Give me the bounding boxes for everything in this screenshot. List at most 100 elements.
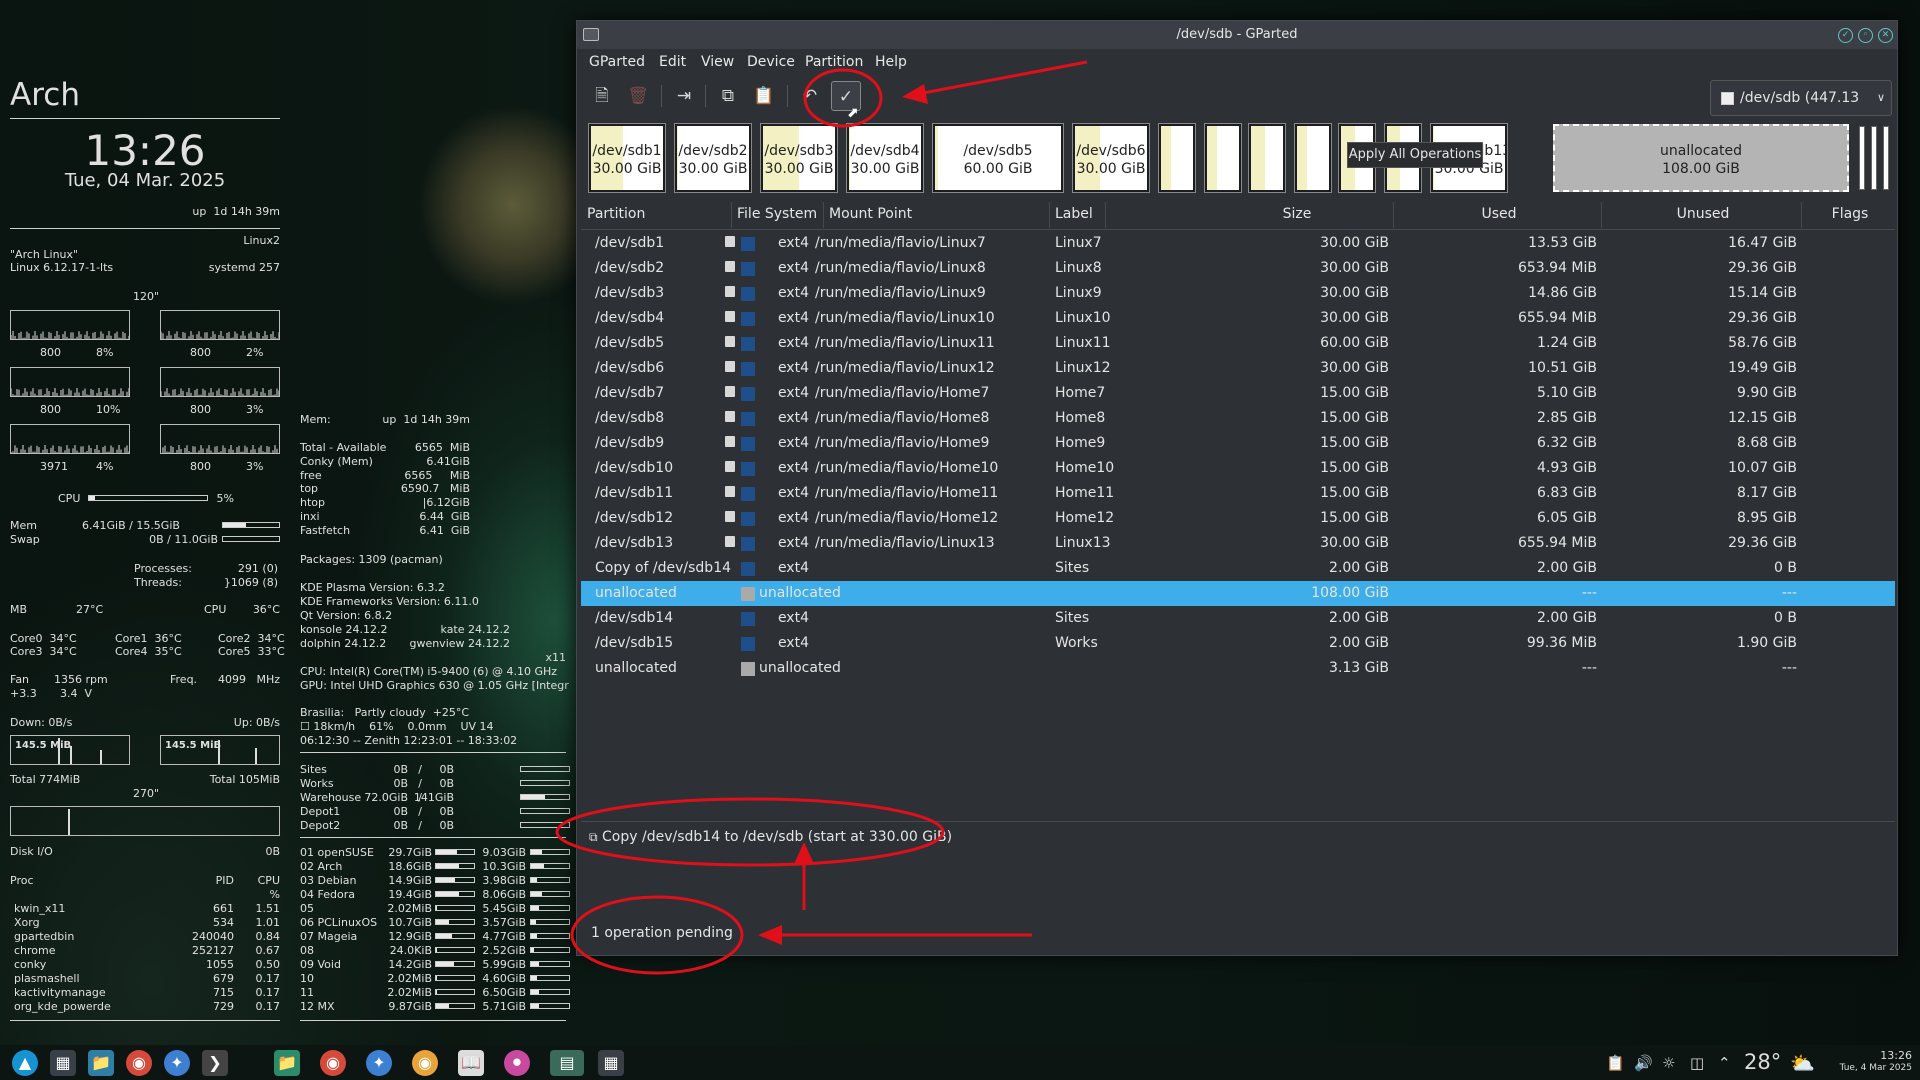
core-graph	[10, 310, 130, 340]
tray-expand-icon[interactable]: ⌃	[1718, 1054, 1731, 1072]
copy-icon[interactable]: ⧉	[713, 81, 743, 111]
partition-map-block[interactable]	[1294, 123, 1332, 193]
partition-map-block[interactable]: /dev/sdb5 60.00 GiB	[932, 123, 1064, 193]
column-header-flags[interactable]: Flags	[1805, 206, 1895, 222]
menu-help[interactable]: Help	[875, 54, 907, 70]
delete-partition-icon[interactable]: 🗑	[623, 81, 653, 111]
task-document-icon[interactable]: 📖	[458, 1050, 484, 1076]
filesystem: ext4	[777, 410, 809, 426]
undo-icon[interactable]: ↶	[795, 81, 825, 111]
partition-size: 15.00 GiB	[1320, 460, 1389, 476]
partition-map-block[interactable]: /dev/sdb1 30.00 GiB	[588, 123, 666, 193]
core-graph	[160, 367, 280, 397]
table-row[interactable]: /dev/sdb2 ext4/run/media/flavio/Linux8 Lin…	[581, 256, 1895, 281]
table-row[interactable]: /dev/sdb1 ext4/run/media/flavio/Linux7 Lin…	[581, 231, 1895, 256]
device-selector[interactable]: /dev/sdb (447.13 GiB) ∨	[1710, 80, 1892, 140]
browser-icon[interactable]: ✦	[164, 1050, 190, 1076]
menu-view[interactable]: View	[701, 54, 734, 70]
partition-map-block[interactable]: /dev/sdb3 30.00 GiB	[760, 123, 838, 193]
task-chrome-2-icon[interactable]: ◉	[412, 1050, 438, 1076]
dashboard-icon[interactable]: ▦	[50, 1050, 76, 1076]
table-row[interactable]: /dev/sdb15 ext4 Works 2.00 GiB 99.36 MiB 1.90…	[581, 631, 1895, 656]
column-header-file-system[interactable]: File System	[737, 206, 817, 222]
table-row[interactable]: /dev/sdb11 ext4/run/media/flavio/Home11 Ho…	[581, 481, 1895, 506]
title-bar[interactable]: /dev/sdb - GParted ✓ ◦ ✕	[577, 21, 1897, 49]
tray-clock[interactable]: 13:26 Tue, 4 Mar 2025	[1822, 1049, 1912, 1075]
conky-uptime: up 1d 14h 39m	[192, 205, 280, 218]
lock-icon	[725, 386, 735, 397]
status-text: 1 operation pending	[591, 925, 733, 941]
task-chrome-icon[interactable]: ◉	[320, 1050, 346, 1076]
paste-icon[interactable]: 📋	[749, 81, 779, 111]
task-browser-icon[interactable]: ✦	[366, 1050, 392, 1076]
close-icon[interactable]: ✕	[1878, 28, 1893, 43]
menu-gparted[interactable]: GParted	[589, 54, 645, 70]
table-row[interactable]: /dev/sdb4 ext4/run/media/flavio/Linux10 Li…	[581, 306, 1895, 331]
partition-label: Linux13	[1055, 535, 1111, 551]
filesystem-color-icon	[741, 337, 755, 351]
partition-unused: 8.68 GiB	[1737, 435, 1797, 451]
menu-edit[interactable]: Edit	[659, 54, 686, 70]
table-row[interactable]: unallocated unallocated 108.00 GiB --- ---	[581, 581, 1895, 606]
partition-map-block[interactable]: /dev/sdb2 30.00 GiB	[674, 123, 752, 193]
mount-point: /run/media/flavio/Home9	[815, 435, 990, 451]
partition-map-block[interactable]: /dev/sdb4 30.00 GiB	[846, 123, 924, 193]
menu-device[interactable]: Device	[747, 54, 795, 70]
table-row[interactable]: /dev/sdb13 ext4/run/media/flavio/Linux13 L…	[581, 531, 1895, 556]
partition-unused: ---	[1781, 585, 1797, 601]
partition-map-block[interactable]: unallocated 108.00 GiB	[1553, 124, 1849, 192]
new-partition-icon[interactable]: 🗎	[587, 81, 617, 111]
table-row[interactable]: /dev/sdb7 ext4/run/media/flavio/Home7 Home…	[581, 381, 1895, 406]
arch-launcher-icon[interactable]: ▲	[12, 1050, 38, 1076]
partition-map-block[interactable]: /dev/sdb6 30.00 GiB	[1072, 123, 1150, 193]
table-row[interactable]: /dev/sdb3 ext4/run/media/flavio/Linux9 Lin…	[581, 281, 1895, 306]
table-row[interactable]: Copy of /dev/sdb14 ext4 Sites 2.00 GiB 2.00 …	[581, 556, 1895, 581]
column-header-label[interactable]: Label	[1055, 206, 1093, 222]
filesystem: ext4	[777, 385, 809, 401]
table-row[interactable]: /dev/sdb6 ext4/run/media/flavio/Linux12 Li…	[581, 356, 1895, 381]
display-icon[interactable]: ◫	[1690, 1054, 1704, 1072]
partition-map-block[interactable]	[1158, 123, 1196, 193]
column-header-unused[interactable]: Unused	[1605, 206, 1801, 222]
partition-map-block[interactable]	[1248, 123, 1286, 193]
lock-icon	[725, 461, 735, 472]
chrome-icon[interactable]: ◉	[126, 1050, 152, 1076]
partition-name: /dev/sdb1	[595, 235, 665, 251]
task-file-manager-icon[interactable]: 📁	[274, 1050, 300, 1076]
weather-temperature[interactable]: 28°	[1744, 1050, 1781, 1074]
table-row[interactable]: /dev/sdb12 ext4/run/media/flavio/Home12 Ho…	[581, 506, 1895, 531]
pending-operation-item[interactable]: ⧉ Copy /dev/sdb14 to /dev/sdb (start at …	[589, 829, 952, 845]
volume-icon[interactable]: 🔊	[1634, 1054, 1653, 1072]
column-header-partition[interactable]: Partition	[587, 206, 645, 222]
partition-map-block[interactable]	[1204, 123, 1242, 193]
task-gparted-icon[interactable]: ▤	[550, 1050, 584, 1076]
brightness-icon[interactable]: ☼	[1662, 1054, 1675, 1072]
minimize-icon[interactable]: ✓	[1838, 28, 1853, 43]
table-row[interactable]: /dev/sdb14 ext4 Sites 2.00 GiB 2.00 GiB 0 B	[581, 606, 1895, 631]
clipboard-icon[interactable]: 📋	[1606, 1054, 1625, 1072]
menu-partition[interactable]: Partition	[805, 54, 863, 70]
partition-size: 15.00 GiB	[1320, 510, 1389, 526]
task-calculator-icon[interactable]: ▦	[598, 1050, 624, 1076]
table-row[interactable]: unallocated unallocated 3.13 GiB --- ---	[581, 656, 1895, 681]
resize-move-icon[interactable]: ⇥	[669, 81, 699, 111]
terminal-icon[interactable]: ❯	[202, 1050, 228, 1076]
column-header-mount-point[interactable]: Mount Point	[829, 206, 912, 222]
task-media-icon[interactable]: ⚫	[504, 1050, 530, 1076]
partition-unused: 9.90 GiB	[1737, 385, 1797, 401]
partition-unused: 29.36 GiB	[1728, 310, 1797, 326]
partition-used: 1.24 GiB	[1537, 335, 1597, 351]
column-header-size[interactable]: Size	[1201, 206, 1393, 222]
table-row[interactable]: /dev/sdb8 ext4/run/media/flavio/Home8 Home…	[581, 406, 1895, 431]
toolbar: 🗎 🗑 ⇥ ⧉ 📋 ↶ ✓ ⬈	[577, 75, 1897, 121]
table-row[interactable]: /dev/sdb10 ext4/run/media/flavio/Home10 Ho…	[581, 456, 1895, 481]
partition-used: 655.94 MiB	[1517, 535, 1597, 551]
file-manager-icon[interactable]: 📁	[88, 1050, 114, 1076]
maximize-icon[interactable]: ◦	[1858, 28, 1873, 43]
partition-used: 6.05 GiB	[1537, 510, 1597, 526]
column-header-used[interactable]: Used	[1397, 206, 1601, 222]
table-row[interactable]: /dev/sdb9 ext4/run/media/flavio/Home9 Home…	[581, 431, 1895, 456]
partition-size: 30.00 GiB	[1320, 535, 1389, 551]
table-row[interactable]: /dev/sdb5 ext4/run/media/flavio/Linux11 Li…	[581, 331, 1895, 356]
app-menu-icon[interactable]	[583, 28, 599, 41]
